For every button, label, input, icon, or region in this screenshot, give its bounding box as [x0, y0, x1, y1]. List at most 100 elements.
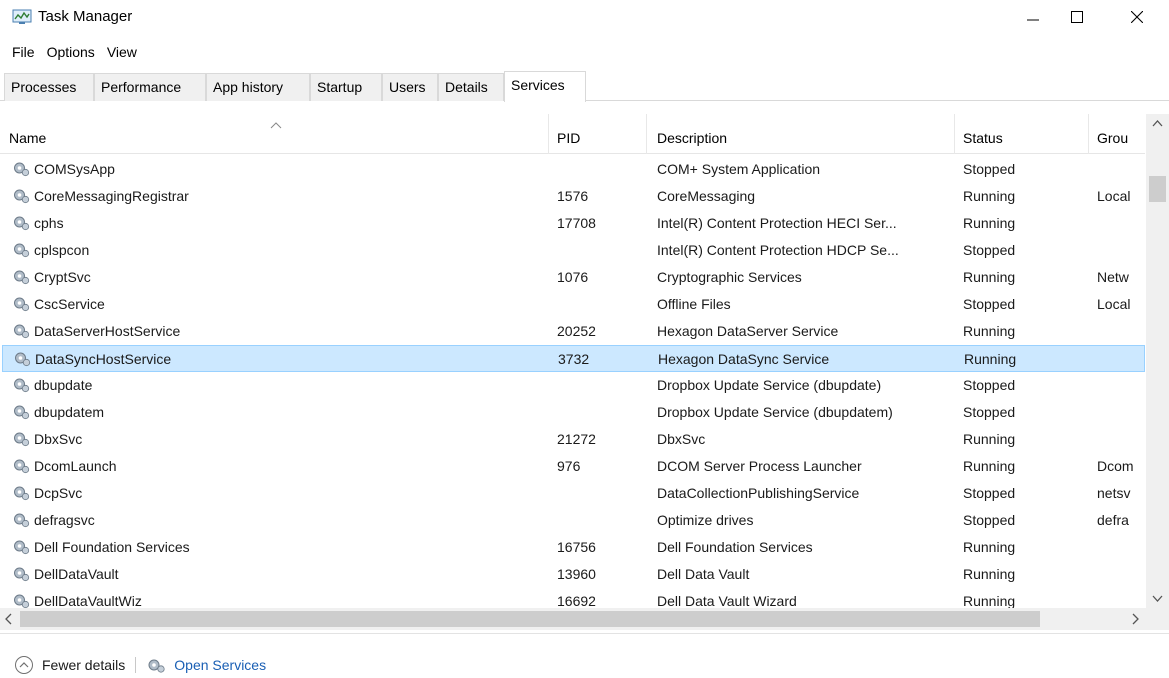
table-row[interactable]: CoreMessagingRegistrar 1576 CoreMessaging R…: [2, 183, 1145, 210]
window-title: Task Manager: [38, 8, 133, 25]
footer-divider: [0, 633, 1169, 634]
cell-name: defragsvc: [34, 512, 95, 528]
close-button[interactable]: [1114, 0, 1160, 34]
table-body: COMSysApp COM+ System Application Stopped C…: [0, 156, 1145, 609]
table-row[interactable]: DataSyncHostService 3732 Hexagon DataSync …: [2, 345, 1145, 372]
cell-status: Stopped: [963, 404, 1016, 420]
cell-pid: 1576: [557, 188, 589, 204]
cell-name: CscService: [34, 296, 105, 312]
column-divider[interactable]: [1088, 114, 1089, 154]
cell-name: DellDataVaultWiz: [34, 593, 142, 609]
maximize-button[interactable]: [1054, 0, 1100, 34]
tab-app-history[interactable]: App history: [206, 73, 310, 101]
table-row[interactable]: DbxSvc 21272 DbxSvc Running: [2, 426, 1145, 453]
cell-name: dbupdatem: [34, 404, 105, 420]
table-row[interactable]: Dell Foundation Services 16756 Dell Founda…: [2, 534, 1145, 561]
cell-pid: 16756: [557, 539, 596, 555]
cell-name: DbxSvc: [34, 431, 83, 447]
tab-performance[interactable]: Performance: [94, 73, 206, 101]
service-gear-icon: [12, 484, 30, 502]
column-header-group[interactable]: Grou: [1092, 128, 1142, 154]
cell-description: Hexagon DataServer Service: [657, 323, 839, 339]
table-row[interactable]: cphs 17708 Intel(R) Content Protection HEC…: [2, 210, 1145, 237]
column-divider[interactable]: [646, 114, 647, 154]
cell-description: Dell Data Vault Wizard: [657, 593, 797, 609]
cell-status: Running: [963, 593, 1016, 609]
cell-status: Running: [963, 215, 1016, 231]
cell-status: Running: [963, 566, 1016, 582]
table-row[interactable]: DcpSvc DataCollectionPublishingService Sto…: [2, 480, 1145, 507]
cell-description: DbxSvc: [657, 431, 706, 447]
scroll-left-icon[interactable]: [2, 611, 16, 627]
cell-status: Running: [963, 188, 1016, 204]
cell-name: DataSyncHostService: [35, 351, 172, 367]
column-header-description[interactable]: Description: [652, 128, 952, 154]
maximize-icon: [1071, 11, 1083, 23]
scroll-right-icon[interactable]: [1128, 611, 1142, 627]
table-header: Name PID Description Status Grou: [0, 114, 1145, 154]
task-manager-icon: [12, 9, 32, 25]
cell-group: Local: [1097, 188, 1131, 204]
horizontal-scrollbar[interactable]: [0, 608, 1146, 630]
table-row[interactable]: CryptSvc 1076 Cryptographic Services Runnin…: [2, 264, 1145, 291]
service-gear-icon: [12, 268, 30, 286]
fewer-details-button[interactable]: Fewer details: [14, 655, 125, 675]
cell-name: DcpSvc: [34, 485, 83, 501]
vertical-scrollbar[interactable]: [1146, 114, 1169, 609]
table-row[interactable]: COMSysApp COM+ System Application Stopped: [2, 156, 1145, 183]
column-divider[interactable]: [548, 114, 549, 154]
column-header-name[interactable]: Name: [4, 128, 544, 154]
cell-description: Dell Data Vault: [657, 566, 750, 582]
cell-description: Intel(R) Content Protection HECI Ser...: [657, 215, 897, 231]
table-row[interactable]: cplspcon Intel(R) Content Protection HDCP…: [2, 237, 1145, 264]
menu-bar: File Options View: [6, 42, 143, 64]
service-gear-icon: [12, 457, 30, 475]
tab-services[interactable]: Services: [504, 71, 586, 102]
cell-status: Running: [963, 269, 1016, 285]
table-row[interactable]: DellDataVault 13960 Dell Data Vault Running: [2, 561, 1145, 588]
table-row[interactable]: CscService Offline Files Stopped Local: [2, 291, 1145, 318]
menu-view[interactable]: View: [101, 42, 143, 64]
open-services-link[interactable]: Open Services: [146, 656, 266, 674]
menu-file[interactable]: File: [6, 42, 41, 64]
cell-description: Dell Foundation Services: [657, 539, 813, 555]
cell-description: Intel(R) Content Protection HDCP Se...: [657, 242, 899, 258]
table-row[interactable]: dbupdate Dropbox Update Service (dbupdate…: [2, 372, 1145, 399]
column-header-pid[interactable]: PID: [552, 128, 642, 154]
tab-users[interactable]: Users: [382, 73, 438, 101]
cell-pid: 16692: [557, 593, 596, 609]
tab-startup[interactable]: Startup: [310, 73, 382, 101]
service-gear-icon: [12, 511, 30, 529]
table-row[interactable]: dbupdatem Dropbox Update Service (dbupdat…: [2, 399, 1145, 426]
chevron-up-circle-icon: [15, 656, 33, 674]
service-gear-icon: [12, 430, 30, 448]
horizontal-scroll-thumb[interactable]: [20, 611, 1040, 627]
cell-name: CoreMessagingRegistrar: [34, 188, 189, 204]
cell-name: CryptSvc: [34, 269, 91, 285]
service-gear-icon: [12, 322, 30, 340]
cell-name: DcomLaunch: [34, 458, 117, 474]
cell-pid: 3732: [558, 351, 590, 367]
footer: Fewer details Open Services: [14, 654, 266, 676]
scroll-down-icon[interactable]: [1146, 588, 1169, 608]
menu-options[interactable]: Options: [41, 42, 101, 64]
tab-processes[interactable]: Processes: [4, 73, 94, 101]
service-gear-icon: [13, 350, 31, 368]
table-row[interactable]: DataServerHostService 20252 Hexagon DataSe…: [2, 318, 1145, 345]
table-row[interactable]: DcomLaunch 976 DCOM Server Process Launche…: [2, 453, 1145, 480]
table-row[interactable]: defragsvc Optimize drives Stopped defra: [2, 507, 1145, 534]
close-icon: [1131, 11, 1143, 23]
minimize-button[interactable]: [1010, 0, 1056, 34]
tab-strip: Processes Performance App history Startu…: [0, 71, 1169, 102]
cell-status: Running: [963, 539, 1016, 555]
scrollbar-corner: [1146, 608, 1169, 630]
vertical-scroll-thumb[interactable]: [1149, 176, 1166, 202]
column-divider[interactable]: [954, 114, 955, 154]
cell-group: Netw: [1097, 269, 1129, 285]
tab-details[interactable]: Details: [438, 73, 504, 101]
cell-status: Stopped: [963, 512, 1016, 528]
table-row[interactable]: DellDataVaultWiz 16692 Dell Data Vault Wiz…: [2, 588, 1145, 609]
scroll-up-icon[interactable]: [1146, 114, 1169, 134]
service-gear-icon: [12, 403, 30, 421]
column-header-status[interactable]: Status: [958, 128, 1084, 154]
